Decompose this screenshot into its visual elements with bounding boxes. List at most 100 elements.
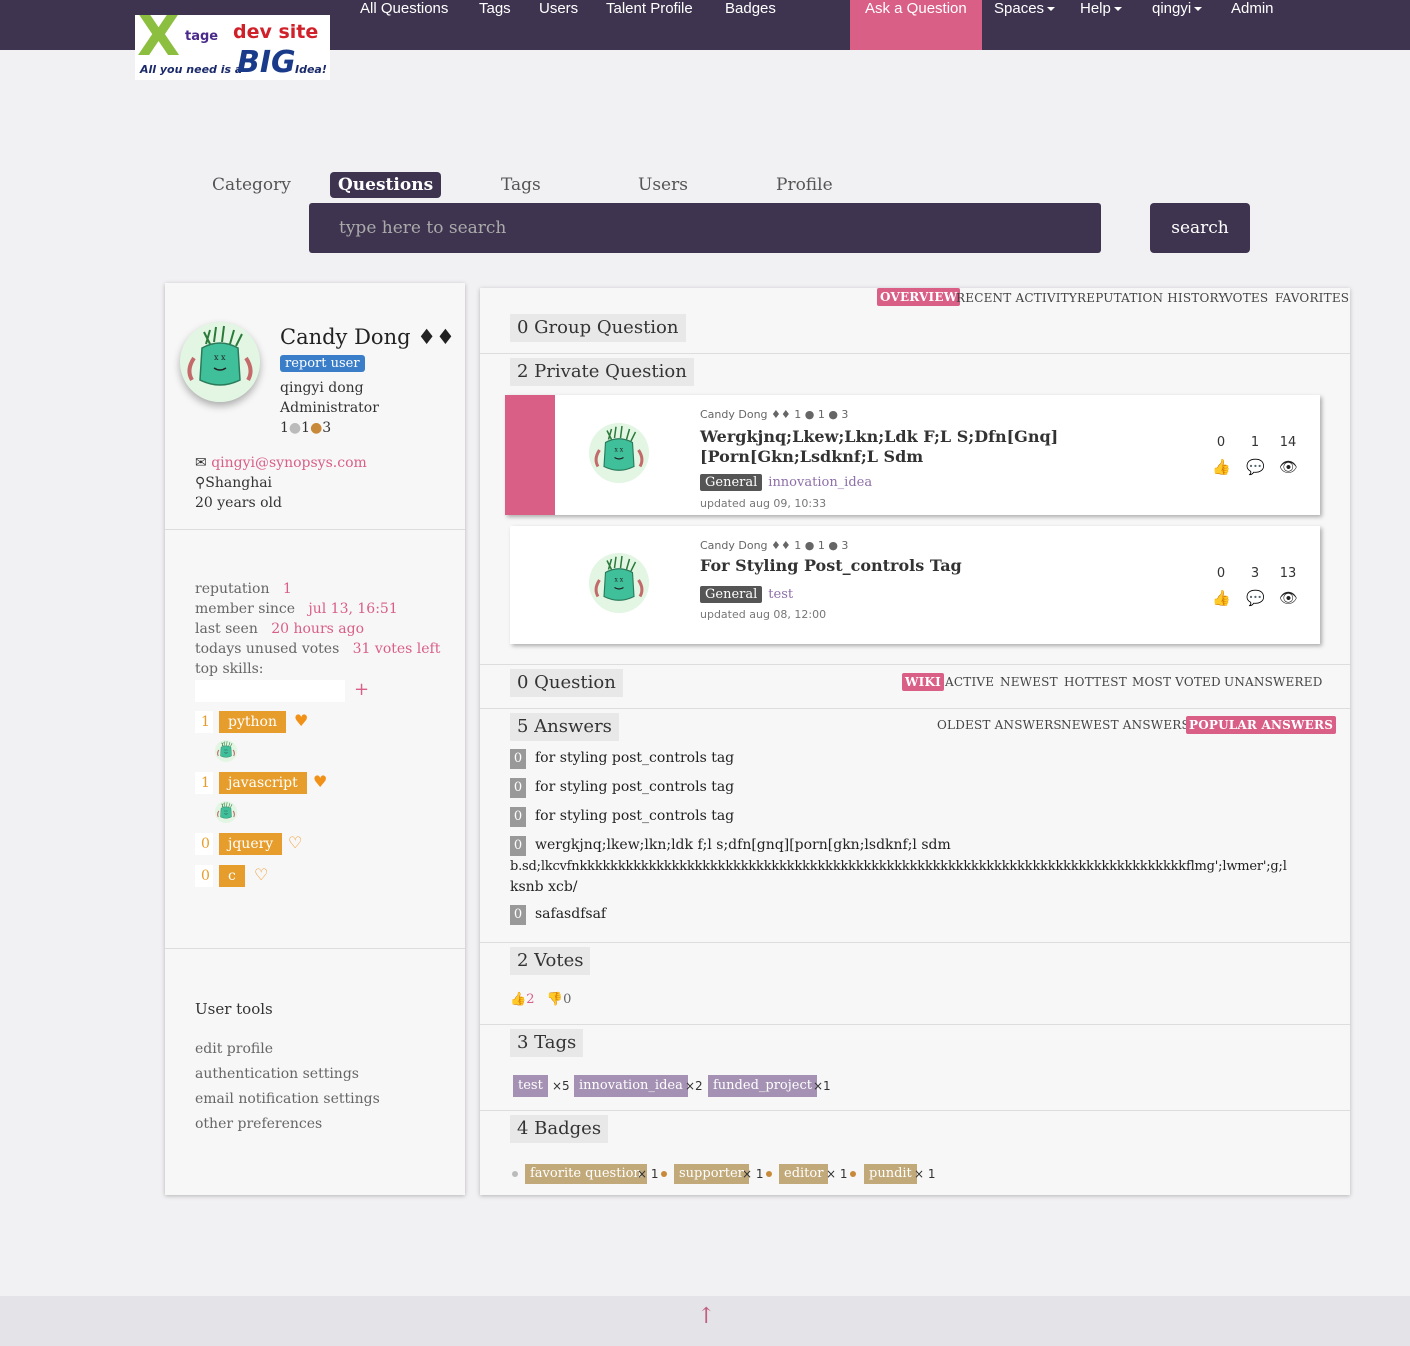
question-card[interactable]: Candy Dong ♦♦ 1 ● 1 ● 3 For Styling Post… — [510, 526, 1320, 644]
skill-tag-python[interactable]: python — [219, 711, 286, 733]
tag-count: ×5 — [552, 1079, 570, 1093]
caret-down-icon — [1113, 7, 1122, 12]
divider — [165, 948, 465, 949]
scope-tab-profile[interactable]: Profile — [776, 172, 833, 198]
sort-hottest[interactable]: HOTTEST — [1064, 675, 1127, 689]
search-button[interactable]: search — [1150, 203, 1250, 253]
sort-wiki[interactable]: WIKI — [902, 673, 944, 691]
profile-fullname: qingyi dong — [280, 380, 364, 396]
private-question-heading: 2 Private Question — [510, 358, 694, 386]
profile-role: Administrator — [280, 400, 379, 416]
sort-popular-answers[interactable]: POPULAR ANSWERS — [1186, 716, 1337, 734]
email-settings-link[interactable]: email notification settings — [195, 1091, 380, 1107]
silver-dot-icon — [512, 1171, 518, 1177]
answer-count: 1 — [1250, 435, 1260, 450]
sort-active[interactable]: ACTIVE — [945, 675, 994, 689]
answer-item[interactable]: 0 for styling post_controls tag — [510, 807, 734, 827]
search-input[interactable] — [309, 203, 1101, 253]
question-author-avatar — [589, 423, 649, 483]
nav-admin[interactable]: Admin — [1231, 0, 1274, 50]
tag-link[interactable]: test — [768, 587, 793, 602]
category-chip[interactable]: General — [700, 474, 763, 491]
report-user-button[interactable]: report user — [280, 355, 365, 372]
question-title[interactable]: For Styling Post_controls Tag — [700, 556, 1170, 576]
card-highlight-bar — [505, 395, 555, 515]
scope-tab-users[interactable]: Users — [638, 172, 688, 198]
nav-user-dropdown[interactable]: qingyi — [1152, 0, 1203, 50]
add-skill-input[interactable] — [195, 680, 345, 702]
scope-tab-questions[interactable]: Questions — [330, 172, 442, 198]
top-skills-label: top skills: — [195, 661, 264, 677]
answer-item[interactable]: 0 for styling post_controls tag — [510, 778, 734, 798]
tag-chip[interactable]: funded_project — [708, 1075, 817, 1097]
heart-icon[interactable]: ♥ — [313, 772, 327, 791]
badge-chip[interactable]: supporter — [674, 1164, 749, 1184]
question-author-meta: Candy Dong ♦♦ 1 ● 1 ● 3 — [700, 539, 849, 552]
heart-outline-icon[interactable]: ♡ — [254, 865, 268, 884]
answer-title[interactable]: wergkjnq;lkew;lkn;ldk f;l s;dfn[gnq][por… — [535, 837, 951, 853]
sort-unanswered[interactable]: UNANSWERED — [1224, 675, 1323, 689]
edit-profile-link[interactable]: edit profile — [195, 1041, 273, 1057]
badge-chip[interactable]: editor — [779, 1164, 829, 1184]
answer-title-continued[interactable]: b.sd;lkcvfnkkkkkkkkkkkkkkkkkkkkkkkkkkkkk… — [510, 859, 1287, 874]
logo-idea: Idea! — [295, 63, 327, 76]
heart-icon[interactable]: ♥ — [294, 711, 308, 730]
tab-overview[interactable]: OVERVIEW — [877, 288, 961, 306]
nav-badges[interactable]: Badges — [725, 0, 776, 50]
badge-chip[interactable]: pundit — [864, 1164, 917, 1184]
nav-users[interactable]: Users — [539, 0, 578, 50]
question-title[interactable]: Wergkjnq;Lkew;Lkn;Ldk F;L S;Dfn[Gnq][Por… — [700, 427, 1170, 467]
tab-votes[interactable]: VOTES — [1224, 291, 1268, 305]
profile-location: Shanghai — [205, 475, 273, 491]
nav-help-dropdown[interactable]: Help — [1080, 0, 1122, 50]
answer-title[interactable]: for styling post_controls tag — [535, 779, 734, 795]
scope-tab-tags[interactable]: Tags — [501, 172, 541, 198]
comments-icon: 💬 — [1246, 589, 1265, 607]
tab-recent-activity[interactable]: RECENT ACTIVITY — [956, 291, 1077, 305]
question-card[interactable]: Candy Dong ♦♦ 1 ● 1 ● 3 Wergkjnq;Lkew;Lk… — [505, 395, 1320, 515]
nav-talent-profile[interactable]: Talent Profile — [606, 0, 693, 50]
sort-oldest-answers[interactable]: OLDEST ANSWERS — [937, 718, 1062, 732]
view-count: 13 — [1279, 566, 1297, 581]
other-preferences-link[interactable]: other preferences — [195, 1116, 322, 1132]
bronze-dot-icon: ● — [310, 420, 323, 436]
answer-title-continued[interactable]: ksnb xcb/ — [510, 879, 578, 895]
sort-newest-answers[interactable]: NEWEST ANSWERS — [1061, 718, 1190, 732]
answer-title[interactable]: safasdfsaf — [535, 906, 606, 922]
nav-tags[interactable]: Tags — [479, 0, 511, 50]
skill-tag-jquery[interactable]: jquery — [219, 833, 283, 855]
profile-age: 20 years old — [195, 495, 283, 511]
ask-question-button[interactable]: Ask a Question — [850, 0, 982, 50]
tab-favorites[interactable]: FAVORITES — [1275, 291, 1349, 305]
nav-spaces-dropdown[interactable]: Spaces — [994, 0, 1056, 50]
vote-summary: 👍2 👎0 — [510, 992, 571, 1007]
skill-tag-javascript[interactable]: javascript — [219, 772, 307, 794]
badge-chip[interactable]: favorite question — [525, 1164, 647, 1184]
tab-reputation-history[interactable]: REPUTATION HISTORY — [1077, 291, 1226, 305]
tag-chip[interactable]: test — [513, 1075, 548, 1097]
nav-all-questions[interactable]: All Questions — [360, 0, 448, 50]
stat-label: reputation — [195, 581, 270, 597]
answer-item[interactable]: 0 wergkjnq;lkew;lkn;ldk f;l s;dfn[gnq][po… — [510, 836, 951, 856]
auth-settings-link[interactable]: authentication settings — [195, 1066, 359, 1082]
answer-title[interactable]: for styling post_controls tag — [535, 808, 734, 824]
divider — [480, 1024, 1350, 1025]
site-logo[interactable]: X tage dev site All you need is a BIG Id… — [135, 15, 330, 80]
sort-most-voted[interactable]: MOST VOTED — [1132, 675, 1221, 689]
tag-link[interactable]: innovation_idea — [768, 475, 872, 490]
scope-tab-category[interactable]: Category — [212, 172, 291, 198]
skill-tag-c[interactable]: c — [219, 865, 245, 887]
tag-chip[interactable]: innovation_idea — [574, 1075, 688, 1097]
answer-item[interactable]: 0 safasdfsaf — [510, 905, 606, 925]
logo-big: BIG — [237, 45, 296, 80]
footer: ↑ — [0, 1296, 1410, 1346]
category-chip[interactable]: General — [700, 586, 763, 603]
sort-newest[interactable]: NEWEST — [1000, 675, 1058, 689]
add-skill-button[interactable]: + — [354, 679, 369, 700]
profile-email[interactable]: qingyi@synopsys.com — [211, 455, 367, 471]
moderator-diamonds: ♦♦ — [417, 325, 455, 349]
heart-outline-icon[interactable]: ♡ — [288, 833, 302, 852]
answer-title[interactable]: for styling post_controls tag — [535, 750, 734, 766]
answer-item[interactable]: 0 for styling post_controls tag — [510, 749, 734, 769]
scroll-top-arrow-icon[interactable]: ↑ — [697, 1304, 715, 1329]
